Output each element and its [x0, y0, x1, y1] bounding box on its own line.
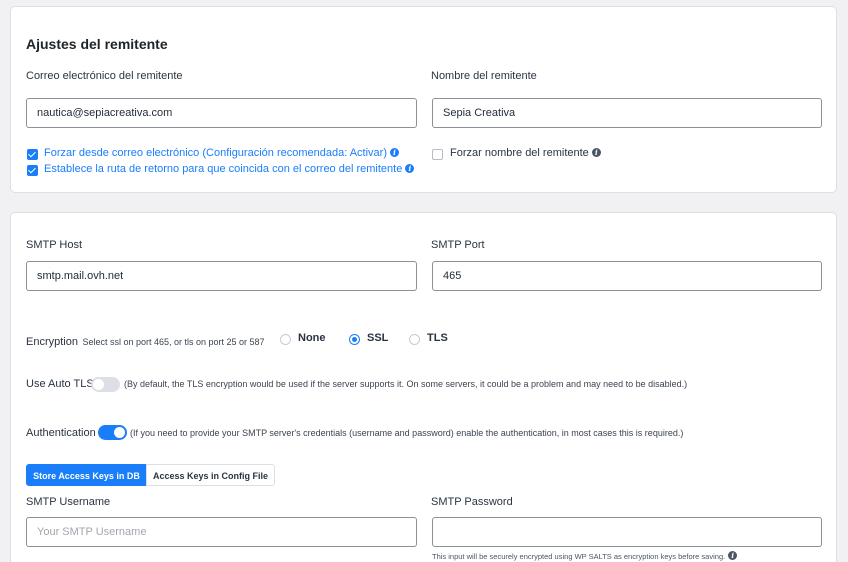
return-path-row[interactable]: Establece la ruta de retorno para que co… — [44, 163, 415, 175]
authentication-hint: (If you need to provide your SMTP server… — [130, 428, 684, 438]
force-name-label: Forzar nombre del remitente — [450, 147, 589, 159]
tab-keys-config-file[interactable]: Access Keys in Config File — [146, 464, 275, 486]
info-icon[interactable]: i — [390, 148, 399, 157]
sender-settings-panel: Ajustes del remitente Correo electrónico… — [10, 6, 837, 193]
encryption-row: Encryption Select ssl on port 465, or tl… — [26, 332, 265, 350]
auto-tls-label: Use Auto TLS — [26, 378, 94, 390]
encryption-ssl-label[interactable]: SSL — [367, 332, 388, 344]
encryption-none-radio[interactable] — [280, 334, 291, 345]
info-icon[interactable]: i — [591, 148, 601, 157]
sender-email-input[interactable] — [26, 98, 417, 128]
smtp-host-input[interactable] — [26, 261, 417, 291]
smtp-password-label: SMTP Password — [431, 496, 513, 508]
encryption-tls-radio[interactable] — [409, 334, 420, 345]
force-name-checkbox[interactable] — [432, 149, 443, 160]
encryption-label: Encryption — [26, 336, 78, 348]
return-path-checkbox[interactable] — [27, 165, 38, 176]
sender-settings-title: Ajustes del remitente — [26, 36, 168, 52]
info-icon[interactable]: i — [405, 164, 415, 173]
return-path-label: Establece la ruta de retorno para que co… — [44, 163, 403, 175]
smtp-settings-panel: SMTP Host SMTP Port Encryption Select ss… — [10, 212, 837, 562]
auto-tls-hint: (By default, the TLS encryption would be… — [124, 379, 688, 389]
smtp-port-input[interactable] — [432, 261, 822, 291]
encryption-ssl-radio[interactable] — [349, 334, 360, 345]
smtp-username-input[interactable] — [26, 517, 417, 547]
sender-email-label: Correo electrónico del remitente — [26, 70, 183, 82]
sender-name-input[interactable] — [432, 98, 822, 128]
authentication-label: Authentication — [26, 427, 96, 439]
force-name-row[interactable]: Forzar nombre del remitente i — [450, 147, 601, 159]
smtp-host-label: SMTP Host — [26, 239, 83, 251]
smtp-username-label: SMTP Username — [26, 496, 111, 508]
password-note: This input will be securely encrypted us… — [432, 551, 738, 561]
authentication-toggle[interactable] — [98, 425, 127, 440]
tab-store-keys-db[interactable]: Store Access Keys in DB — [26, 464, 147, 486]
smtp-password-input[interactable] — [432, 517, 822, 547]
force-from-row[interactable]: Forzar desde correo electrónico (Configu… — [44, 147, 399, 159]
encryption-none-label[interactable]: None — [298, 332, 326, 344]
info-icon[interactable]: i — [728, 551, 738, 560]
password-note-text: This input will be securely encrypted us… — [432, 552, 726, 561]
auto-tls-toggle[interactable] — [91, 377, 120, 392]
force-from-checkbox[interactable] — [27, 149, 38, 160]
encryption-hint: Select ssl on port 465, or tls on port 2… — [82, 337, 265, 347]
force-from-label: Forzar desde correo electrónico (Configu… — [44, 147, 387, 159]
encryption-tls-label[interactable]: TLS — [427, 332, 448, 344]
smtp-port-label: SMTP Port — [431, 239, 485, 251]
sender-name-label: Nombre del remitente — [431, 70, 537, 82]
